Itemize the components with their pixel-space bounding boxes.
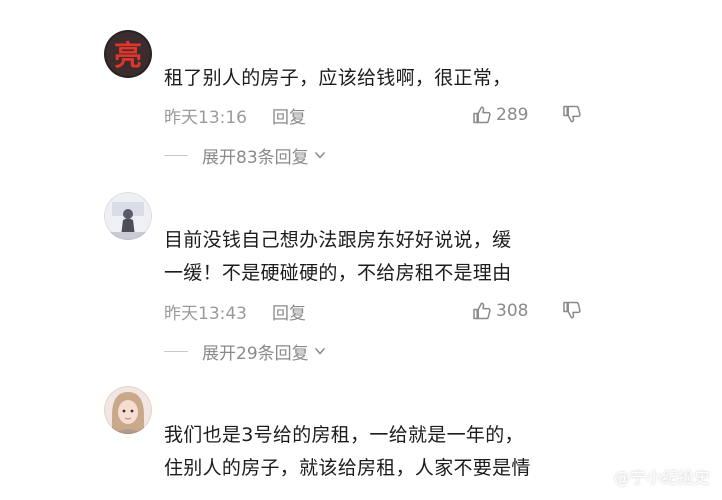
thumb-down-icon — [563, 105, 581, 123]
like-count: 289 — [496, 105, 529, 125]
watermark: @宁小纪捡史 — [582, 464, 710, 488]
like-button[interactable]: 289 — [472, 103, 528, 127]
expand-replies[interactable]: 展开83条回复 — [164, 143, 327, 168]
expand-replies[interactable]: 展开29条回复 — [164, 339, 327, 364]
chevron-down-icon — [314, 151, 325, 159]
comment-line: 我们也是3号给的房租，一给就是一年的， — [164, 424, 524, 446]
expand-replies-label: 展开83条回复 — [202, 147, 309, 168]
comment-text: 目前没钱自己想办法跟房东好好说说，缓 一缓！不是硬碰硬的，不给房租不是理由 — [164, 224, 584, 290]
dislike-button[interactable] — [562, 300, 582, 322]
timestamp: 昨天13:16 — [164, 108, 247, 128]
thumb-down-icon — [563, 301, 581, 319]
avatar[interactable] — [104, 386, 152, 434]
dislike-button[interactable] — [562, 104, 582, 126]
divider-dash — [164, 350, 188, 352]
expand-replies-label: 展开29条回复 — [202, 343, 309, 364]
watermark-logo-icon — [583, 469, 607, 483]
avatar-text: 亮 — [113, 39, 142, 72]
divider-dash — [164, 154, 188, 156]
watermark-text: @宁小纪捡史 — [613, 468, 710, 487]
like-button[interactable]: 308 — [472, 299, 528, 323]
reply-button[interactable]: 回复 — [272, 299, 306, 324]
thumb-up-icon — [473, 302, 491, 320]
comment-line: 目前没钱自己想办法跟房东好好说说，缓 — [164, 229, 512, 251]
comment-line: 租了别人的房子，应该给钱啊，很正常， — [164, 67, 512, 89]
comment-text: 租了别人的房子，应该给钱啊，很正常， — [164, 62, 584, 95]
avatar[interactable]: 亮 — [104, 30, 152, 78]
like-count: 308 — [496, 301, 529, 321]
reply-button[interactable]: 回复 — [272, 103, 306, 128]
chevron-down-icon — [314, 347, 325, 355]
thumb-up-icon — [473, 106, 491, 124]
timestamp: 昨天13:43 — [164, 304, 247, 324]
comment-line: 住别人的房子，就该给房租，人家不要是情 — [164, 457, 531, 479]
comment-text: 我们也是3号给的房租，一给就是一年的， 住别人的房子，就该给房租，人家不要是情 — [164, 419, 584, 485]
comment-line: 一缓！不是硬碰硬的，不给房租不是理由 — [164, 262, 512, 284]
avatar[interactable] — [104, 192, 152, 240]
